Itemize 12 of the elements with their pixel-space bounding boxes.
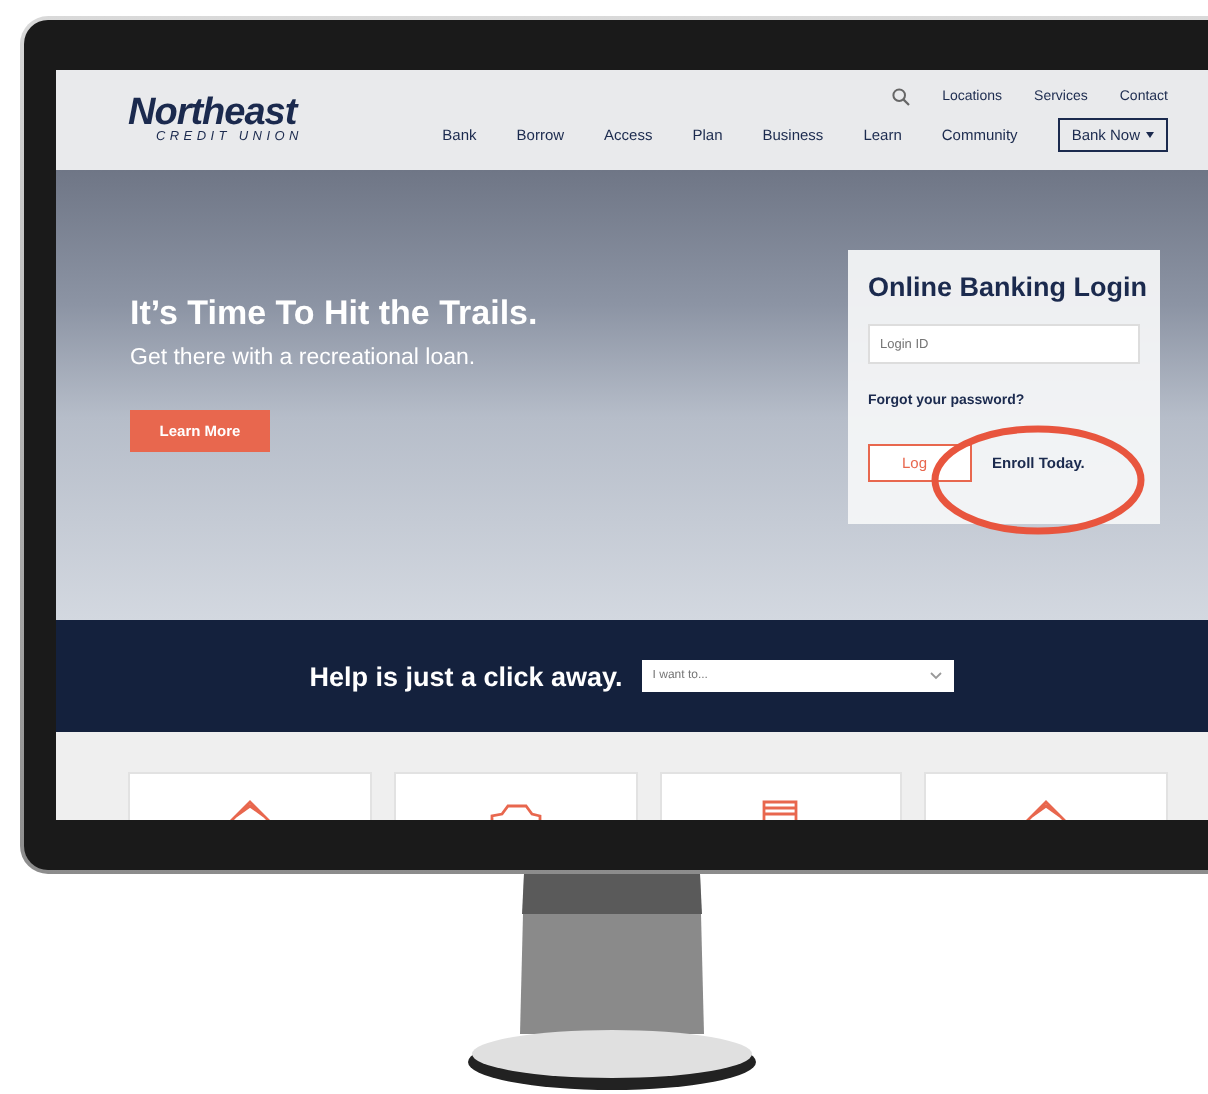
house-icon — [1022, 800, 1071, 820]
chevron-down-icon — [930, 672, 943, 680]
hero-subhead: Get there with a recreational loan. — [130, 346, 478, 370]
caret-icon — [1146, 132, 1154, 138]
logo-wordmark[interactable]: Northeast — [128, 94, 303, 133]
hero-headline: It’s Time To Hit the Trails. — [130, 294, 538, 334]
car-icon — [487, 804, 544, 820]
card-icon — [762, 800, 799, 820]
service-card[interactable] — [659, 772, 903, 820]
search-icon[interactable] — [892, 88, 911, 106]
help-heading: Help is just a click away. — [309, 661, 623, 691]
house-icon — [225, 800, 274, 820]
